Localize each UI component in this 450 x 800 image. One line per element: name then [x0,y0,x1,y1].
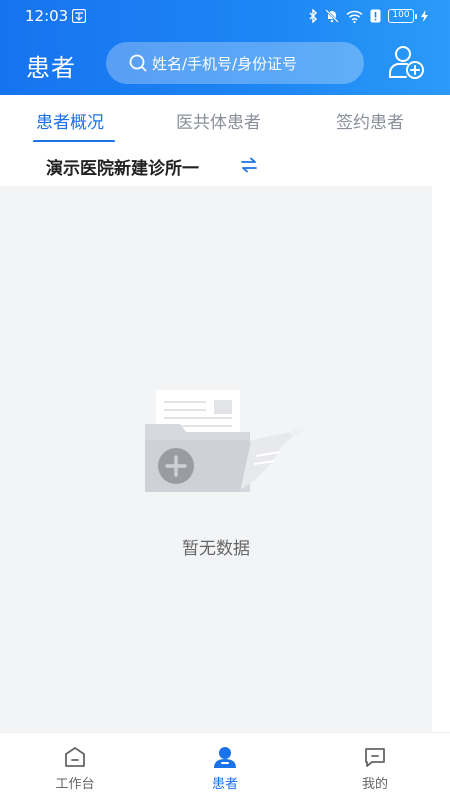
status-bar: 12:03 100 [0,0,450,32]
mute-bell-icon [325,9,339,23]
tab-patient-overview[interactable]: 患者概况 [36,108,104,133]
patient-icon [214,747,236,768]
tab-contracted-patients[interactable]: 签约患者 [336,108,404,133]
search-icon [129,54,147,72]
patient-content-area: 暂无数据 [0,186,432,732]
institution-selector[interactable]: 演示医院新建诊所一 [0,142,450,186]
alert-icon [370,9,381,23]
empty-state-text: 暂无数据 [182,539,250,559]
nav-label-workbench: 工作台 [55,777,95,792]
nav-label-mine: 我的 [361,777,388,792]
bluetooth-icon [309,9,317,23]
nav-label-patients: 患者 [211,777,238,792]
app-notification-icon [72,9,86,23]
nav-item-mine[interactable]: 我的 [325,733,425,800]
page-title: 患者 [26,54,76,82]
wifi-icon [346,10,363,23]
battery-indicator: 100 [388,9,417,23]
status-time: 12:03 [25,7,69,25]
app-header: 12:03 100 患者 姓名/手机号/身份证号 [0,0,450,95]
institution-name: 演示医院新建诊所一 [46,159,199,179]
workbench-icon [65,747,85,767]
search-input[interactable]: 姓名/手机号/身份证号 [106,42,364,84]
nav-item-workbench[interactable]: 工作台 [25,733,125,800]
tab-bar: 患者概况 医共体患者 签约患者 [0,95,450,143]
empty-folder-icon [145,390,306,492]
nav-item-patients[interactable]: 患者 [175,733,275,800]
search-placeholder: 姓名/手机号/身份证号 [152,54,298,73]
bottom-navigation: 工作台 患者 我的 [0,732,450,800]
add-patient-icon[interactable] [388,44,426,80]
message-icon [365,748,385,767]
swap-icon[interactable] [240,157,258,173]
charging-icon [421,10,428,22]
tab-medical-alliance-patients[interactable]: 医共体患者 [176,108,261,133]
status-icons: 100 [308,8,428,24]
